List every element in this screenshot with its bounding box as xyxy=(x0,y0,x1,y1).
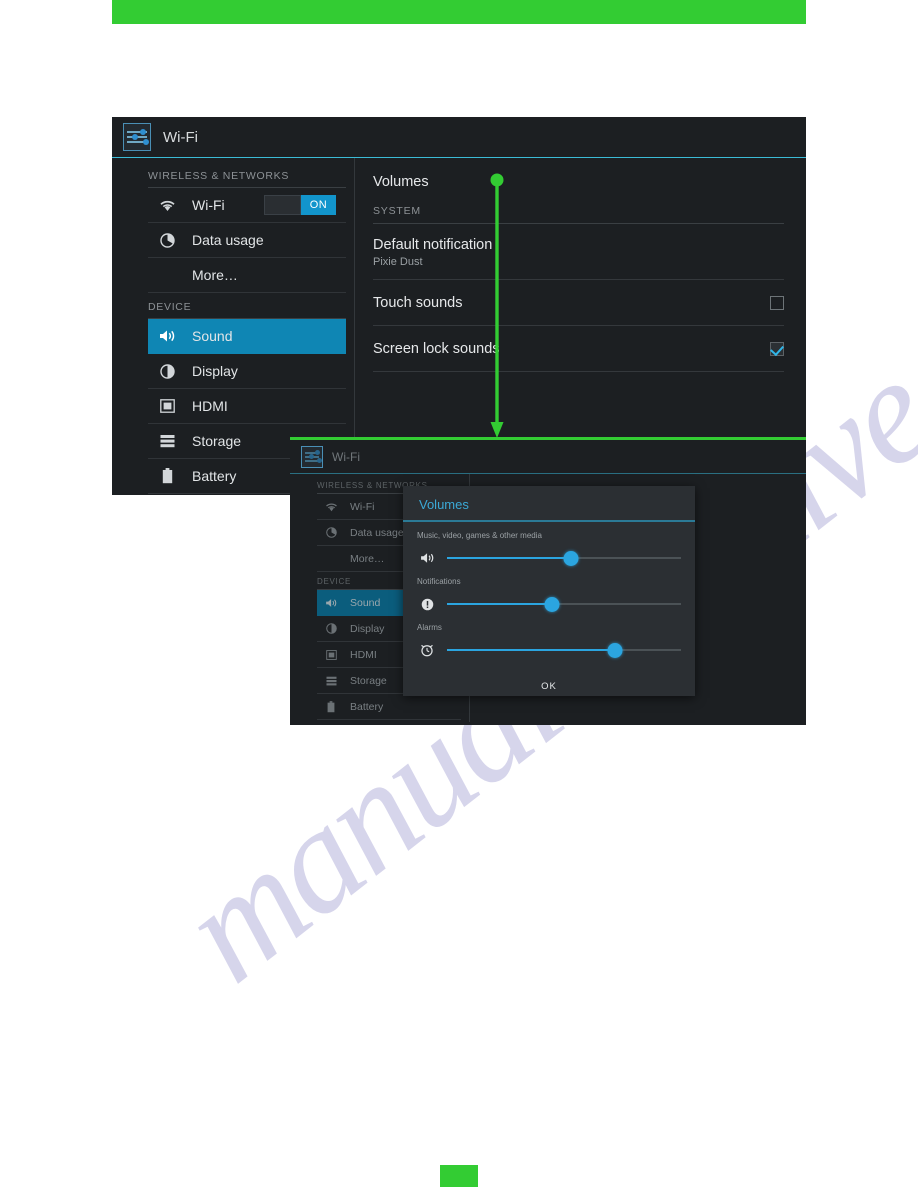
sidebar-item-data-usage-label: Data usage xyxy=(192,232,264,248)
slider-fill-alarms xyxy=(447,649,616,651)
sidebar-item-hdmi-label: HDMI xyxy=(192,398,228,414)
sidebar-item-hdmi-label: HDMI xyxy=(350,648,377,661)
row-screen-lock-sounds[interactable]: Screen lock sounds xyxy=(373,326,784,372)
row-touch-sounds[interactable]: Touch sounds xyxy=(373,280,784,326)
slider-row-media[interactable] xyxy=(417,545,681,571)
top-right-blank-area xyxy=(806,0,918,30)
battery-icon xyxy=(324,700,338,714)
slider-track-notifications[interactable] xyxy=(447,595,681,613)
volumes-dialog-body: Music, video, games & other media Notifi… xyxy=(403,522,695,692)
settings-screenshot-secondary: Wi-Fi WIRELESS & NETWORKS Wi-Fi Data usa… xyxy=(290,437,806,725)
bottom-green-chip xyxy=(440,1165,478,1187)
screen-lock-sounds-checkbox[interactable] xyxy=(770,342,784,356)
panel-one-header: Wi-Fi xyxy=(112,117,806,158)
sidebar-item-sound-label: Sound xyxy=(192,328,233,344)
storage-icon xyxy=(324,674,338,688)
volume-icon xyxy=(158,327,177,346)
brightness-icon xyxy=(158,362,177,381)
sidebar-item-storage-label: Storage xyxy=(192,433,242,449)
group-label-device: DEVICE xyxy=(148,293,346,319)
volume-icon xyxy=(417,549,437,567)
storage-icon xyxy=(158,432,177,451)
sidebar-item-data-usage-label: Data usage xyxy=(350,526,404,539)
slider-track-media[interactable] xyxy=(447,549,681,567)
alarm-clock-icon xyxy=(417,641,437,659)
sidebar-item-more-label: More… xyxy=(192,267,238,283)
sidebar-item-more-label: More… xyxy=(350,552,385,565)
brightness-icon xyxy=(324,622,338,636)
slider-fill-notifications xyxy=(447,603,553,605)
slider-thumb-media[interactable] xyxy=(563,550,579,566)
sidebar-item-wifi[interactable]: Wi-Fi ON xyxy=(148,188,346,223)
group-label-wireless: WIRELESS & NETWORKS xyxy=(148,162,346,188)
volumes-dialog-title: Volumes xyxy=(403,486,695,522)
slider-label-alarms: Alarms xyxy=(417,623,442,632)
wifi-toggle-switch[interactable]: ON xyxy=(264,195,336,215)
sidebar-item-display-label: Display xyxy=(350,622,385,635)
row-default-notification[interactable]: Default notification Pixie Dust xyxy=(373,224,784,280)
data-usage-icon xyxy=(324,526,338,540)
row-volumes[interactable]: Volumes xyxy=(373,158,784,196)
data-usage-icon xyxy=(158,231,177,250)
toggle-on-label: ON xyxy=(301,195,336,215)
hdmi-icon xyxy=(158,397,177,416)
volumes-dialog: Volumes Music, video, games & other medi… xyxy=(403,486,695,696)
volumes-dialog-ok-button[interactable]: OK xyxy=(417,669,681,692)
sidebar-item-hdmi[interactable]: HDMI xyxy=(148,389,346,424)
row-volumes-label: Volumes xyxy=(373,174,429,190)
sidebar-item-battery-label: Battery xyxy=(350,700,384,713)
slider-thumb-alarms[interactable] xyxy=(607,642,623,658)
sidebar-item-battery-label: Battery xyxy=(192,468,237,484)
wifi-icon xyxy=(324,500,338,514)
settings-sliders-icon xyxy=(301,445,323,468)
slider-label-media: Music, video, games & other media xyxy=(417,531,542,540)
sidebar-item-sound[interactable]: Sound xyxy=(148,319,346,354)
sidebar-item-data-usage[interactable]: Data usage xyxy=(148,223,346,258)
panel-two-header: Wi-Fi xyxy=(290,440,806,474)
slider-group-notifications: Notifications xyxy=(417,577,681,617)
settings-sliders-icon xyxy=(123,123,151,151)
row-default-notification-sub: Pixie Dust xyxy=(373,256,423,268)
green-divider-line xyxy=(290,437,806,440)
battery-icon xyxy=(158,467,177,486)
sidebar-item-storage-label: Storage xyxy=(350,674,387,687)
touch-sounds-checkbox[interactable] xyxy=(770,296,784,310)
row-default-notification-title: Default notification xyxy=(373,237,493,253)
top-green-band xyxy=(112,0,806,24)
wifi-icon xyxy=(158,196,177,215)
sidebar-item-display-label: Display xyxy=(192,363,238,379)
hdmi-icon xyxy=(324,648,338,662)
volume-icon xyxy=(324,596,338,610)
section-label-system: SYSTEM xyxy=(373,196,784,224)
slider-track-alarms[interactable] xyxy=(447,641,681,659)
slider-label-notifications: Notifications xyxy=(417,577,461,586)
sidebar-item-sound-label: Sound xyxy=(350,596,381,609)
toggle-off-track xyxy=(264,195,301,215)
slider-fill-media xyxy=(447,557,572,559)
sidebar-item-wifi-label: Wi-Fi xyxy=(350,500,375,513)
sidebar-item-wifi-label: Wi-Fi xyxy=(192,197,225,213)
slider-row-notifications[interactable] xyxy=(417,591,681,617)
slider-row-alarms[interactable] xyxy=(417,637,681,663)
sidebar-item-more[interactable]: More… xyxy=(148,258,346,293)
notification-icon xyxy=(417,595,437,613)
panel-one-title: Wi-Fi xyxy=(163,128,198,146)
slider-thumb-notifications[interactable] xyxy=(544,596,560,612)
sidebar-item-battery[interactable]: Battery xyxy=(317,694,461,720)
row-default-notification-text: Default notification Pixie Dust xyxy=(373,237,492,268)
row-touch-sounds-label: Touch sounds xyxy=(373,295,463,311)
panel-two-title: Wi-Fi xyxy=(332,449,360,464)
slider-group-alarms: Alarms xyxy=(417,623,681,663)
annotation-arrow xyxy=(490,173,504,438)
sidebar-item-display[interactable]: Display xyxy=(148,354,346,389)
row-screen-lock-sounds-label: Screen lock sounds xyxy=(373,341,500,357)
slider-group-media: Music, video, games & other media xyxy=(417,531,681,571)
